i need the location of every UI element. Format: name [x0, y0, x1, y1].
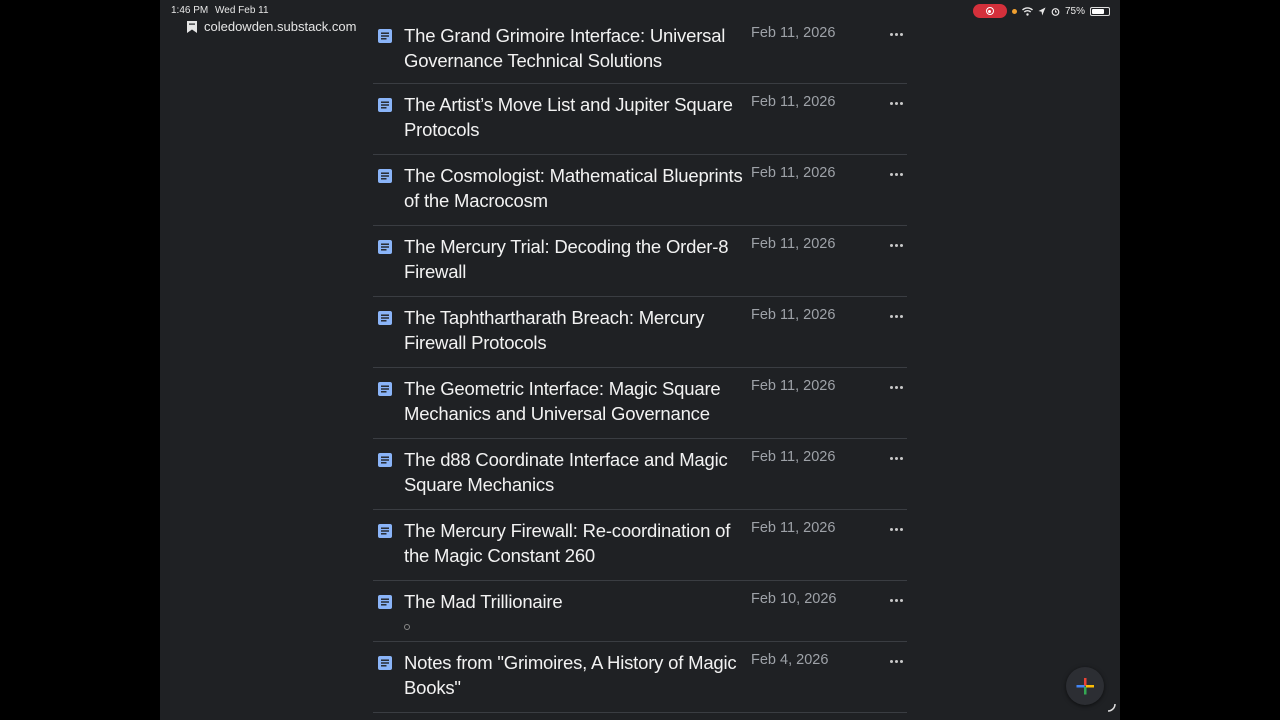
post-list: The Grand Grimoire Interface: Universal …	[373, 22, 907, 713]
more-options-icon[interactable]	[889, 453, 905, 463]
address-bar[interactable]: coledowden.substack.com	[186, 19, 356, 34]
battery-level	[1092, 8, 1104, 14]
post-title[interactable]: The Artist’s Move List and Jupiter Squar…	[404, 93, 752, 142]
more-options-icon[interactable]	[889, 524, 905, 534]
document-icon	[378, 382, 392, 396]
battery-icon	[1090, 6, 1110, 16]
post-title[interactable]: The Mercury Firewall: Re-coordination of…	[404, 519, 752, 568]
post-date: Feb 4, 2026	[751, 652, 829, 668]
document-icon	[378, 169, 392, 183]
wifi-icon	[1021, 6, 1033, 16]
privacy-indicator-icon	[1011, 8, 1017, 14]
more-options-icon[interactable]	[889, 240, 905, 250]
scroll-indicator-icon	[1107, 703, 1116, 712]
post-row[interactable]: The Artist’s Move List and Jupiter Squar…	[373, 84, 907, 155]
document-icon	[378, 656, 392, 670]
document-icon	[378, 453, 392, 467]
post-row[interactable]: The Cosmologist: Mathematical Blueprints…	[373, 155, 907, 226]
more-options-icon[interactable]	[889, 29, 905, 39]
more-options-icon[interactable]	[889, 311, 905, 321]
post-title[interactable]: The Mad Trillionaire	[404, 590, 752, 615]
post-date: Feb 11, 2026	[751, 165, 836, 181]
post-title[interactable]: The Mercury Trial: Decoding the Order-8 …	[404, 235, 752, 284]
post-date: Feb 11, 2026	[751, 307, 836, 323]
bookmark-icon	[187, 20, 197, 33]
post-row[interactable]: The Mercury Firewall: Re-coordination of…	[373, 510, 907, 581]
document-icon	[378, 524, 392, 538]
more-options-icon[interactable]	[889, 169, 905, 179]
url-text: coledowden.substack.com	[204, 19, 357, 34]
post-date: Feb 10, 2026	[751, 591, 837, 607]
status-indicator-icon	[404, 624, 410, 630]
plus-icon	[1076, 678, 1094, 695]
post-title[interactable]: The Taphthartharath Breach: Mercury Fire…	[404, 306, 752, 355]
post-title[interactable]: The Geometric Interface: Magic Square Me…	[404, 377, 752, 426]
post-date: Feb 11, 2026	[751, 449, 836, 465]
document-icon	[378, 98, 392, 112]
post-date: Feb 11, 2026	[751, 94, 836, 110]
alarm-icon	[1051, 7, 1060, 16]
status-icons: 75%	[972, 4, 1110, 18]
post-title[interactable]: The d88 Coordinate Interface and Magic S…	[404, 448, 752, 497]
document-icon	[378, 595, 392, 609]
location-icon	[1038, 7, 1046, 15]
document-icon	[378, 29, 392, 43]
post-date: Feb 11, 2026	[751, 25, 836, 41]
post-row[interactable]: The d88 Coordinate Interface and Magic S…	[373, 439, 907, 510]
status-time: 1:46 PM	[171, 5, 209, 16]
more-options-icon[interactable]	[889, 98, 905, 108]
post-date: Feb 11, 2026	[751, 378, 836, 394]
post-title[interactable]: The Cosmologist: Mathematical Blueprints…	[404, 164, 752, 213]
post-title[interactable]: Notes from "Grimoires, A History of Magi…	[404, 651, 752, 700]
screen: 1:46 PM Wed Feb 11 75% coledowden.substa…	[160, 0, 1120, 720]
post-row[interactable]: The Taphthartharath Breach: Mercury Fire…	[373, 297, 907, 368]
post-date: Feb 11, 2026	[751, 236, 836, 252]
create-post-button[interactable]	[1066, 667, 1104, 705]
post-row[interactable]: The Mercury Trial: Decoding the Order-8 …	[373, 226, 907, 297]
document-icon	[378, 240, 392, 254]
post-row[interactable]: The Mad Trillionaire Feb 10, 2026	[373, 581, 907, 642]
screen-record-icon[interactable]	[972, 4, 1007, 18]
post-date: Feb 11, 2026	[751, 520, 836, 536]
more-options-icon[interactable]	[889, 595, 905, 605]
battery-percent: 75%	[1064, 5, 1085, 17]
status-date: Wed Feb 11	[215, 5, 269, 16]
post-row[interactable]: The Grand Grimoire Interface: Universal …	[373, 22, 907, 84]
document-icon	[378, 311, 392, 325]
more-options-icon[interactable]	[889, 656, 905, 666]
post-row[interactable]: Notes from "Grimoires, A History of Magi…	[373, 642, 907, 713]
more-options-icon[interactable]	[889, 382, 905, 392]
post-title[interactable]: The Grand Grimoire Interface: Universal …	[404, 24, 752, 73]
post-row[interactable]: The Geometric Interface: Magic Square Me…	[373, 368, 907, 439]
